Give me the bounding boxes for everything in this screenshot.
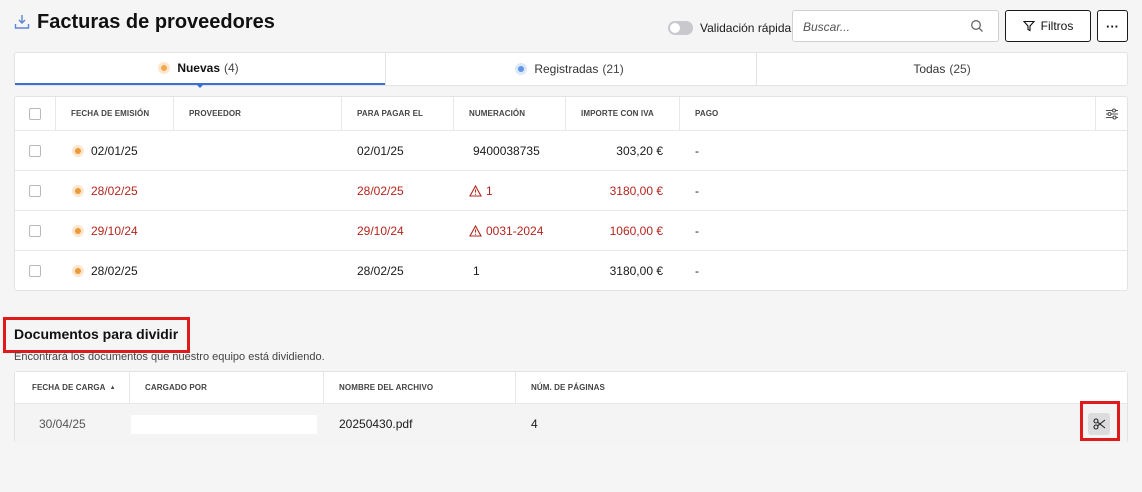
tab-todas[interactable]: Todas (25) [756, 53, 1127, 85]
payment: - [695, 264, 699, 278]
tab-label: Nuevas [177, 61, 221, 75]
table-row[interactable]: 29/10/24 29/10/24 0031-2024 1060,00 € - [15, 211, 1127, 251]
table-row[interactable]: 02/01/25 02/01/25 9400038735 303,20 € - [15, 131, 1127, 171]
amount: 1060,00 € [609, 223, 663, 238]
invoice-number: 1 [486, 183, 493, 198]
upload-date: 30/04/25 [39, 417, 86, 431]
col-amount[interactable]: IMPORTE CON IVA [581, 97, 654, 130]
search-icon[interactable] [970, 19, 984, 33]
due-date: 28/02/25 [357, 264, 404, 278]
page-title: Facturas de proveedores [37, 11, 275, 33]
column-settings-icon[interactable] [1105, 107, 1119, 121]
col-pages[interactable]: NÚM. DE PÁGINAS [531, 372, 605, 403]
split-docs-subtitle: Encontrará los documentos que nuestro eq… [14, 351, 325, 363]
amount: 3180,00 € [609, 264, 663, 278]
search-box [792, 10, 999, 42]
select-all-checkbox[interactable] [29, 107, 41, 120]
tab-label: Todas [913, 62, 946, 76]
status-new-icon [75, 227, 81, 234]
warning-icon [469, 184, 482, 197]
col-due-date[interactable]: PARA PAGAR EL [357, 97, 423, 130]
table-row[interactable]: 28/02/25 28/02/25 1 3180,00 € - [15, 251, 1127, 291]
status-dot-icon [161, 65, 168, 71]
page-header: Facturas de proveedores Validación rápid… [14, 10, 1128, 44]
tab-registradas[interactable]: Registradas (21) [385, 53, 756, 85]
tab-label: Registradas [534, 62, 599, 76]
row-checkbox[interactable] [29, 265, 41, 277]
filters-button[interactable]: Filtros [1005, 10, 1091, 42]
tab-count: (21) [602, 62, 624, 76]
quick-validation-label: Validación rápida [700, 21, 792, 35]
col-provider[interactable]: PROVEEDOR [189, 97, 241, 130]
col-file-name[interactable]: NOMBRE DEL ARCHIVO [339, 372, 433, 403]
amount: 303,20 € [616, 143, 663, 158]
invoice-number: 1 [473, 264, 480, 278]
emission-date: 28/02/25 [91, 183, 138, 198]
col-payment[interactable]: PAGO [695, 97, 718, 130]
file-name: 20250430.pdf [339, 417, 413, 431]
invoice-number: 9400038735 [473, 143, 540, 158]
uploaded-by [131, 415, 317, 434]
sort-asc-icon: ▲ [109, 384, 116, 391]
download-tray-icon [14, 15, 30, 29]
invoice-number: 0031-2024 [486, 223, 544, 238]
amount: 3180,00 € [609, 183, 663, 198]
row-checkbox[interactable] [29, 224, 41, 237]
col-uploaded-by[interactable]: CARGADO POR [145, 372, 207, 403]
table-header: FECHA DE EMISIÓN PROVEEDOR PARA PAGAR EL… [15, 97, 1127, 131]
table-row[interactable]: 28/02/25 28/02/25 1 3180,00 € - [15, 171, 1127, 211]
filter-icon [1022, 20, 1035, 32]
invoice-tabs: Nuevas (4) Registradas (21) Todas (25) [14, 52, 1128, 88]
col-upload-date[interactable]: FECHA DE CARGA ▲ [32, 372, 116, 403]
status-new-icon [75, 268, 81, 274]
tab-count: (4) [224, 61, 239, 75]
invoices-table: FECHA DE EMISIÓN PROVEEDOR PARA PAGAR EL… [14, 96, 1128, 291]
page-count: 4 [531, 417, 538, 431]
payment: - [695, 223, 699, 238]
status-dot-icon [518, 66, 525, 72]
emission-date: 29/10/24 [91, 223, 138, 238]
col-number[interactable]: NUMERACIÓN [469, 97, 525, 130]
emission-date: 28/02/25 [91, 264, 138, 278]
emission-date: 02/01/25 [91, 143, 138, 158]
tab-nuevas[interactable]: Nuevas (4) [15, 53, 385, 88]
highlight-box [3, 317, 190, 353]
search-input[interactable] [803, 18, 963, 36]
tab-count: (25) [949, 62, 971, 76]
payment: - [695, 183, 699, 198]
col-emission-date[interactable]: FECHA DE EMISIÓN [71, 97, 149, 130]
filters-label: Filtros [1040, 19, 1074, 33]
row-checkbox[interactable] [29, 184, 41, 197]
table-header: FECHA DE CARGA ▲ CARGADO POR NOMBRE DEL … [15, 372, 1127, 404]
due-date: 29/10/24 [357, 223, 404, 238]
due-date: 02/01/25 [357, 143, 404, 158]
payment: - [695, 143, 699, 158]
warning-icon [469, 224, 482, 237]
more-options-button[interactable]: ··· [1097, 10, 1128, 42]
split-docs-table: FECHA DE CARGA ▲ CARGADO POR NOMBRE DEL … [14, 371, 1128, 444]
quick-validation-toggle[interactable] [668, 21, 693, 35]
row-checkbox[interactable] [29, 144, 41, 157]
table-row[interactable]: 30/04/25 20250430.pdf 4 [15, 404, 1127, 444]
status-new-icon [75, 187, 81, 194]
status-new-icon [75, 147, 81, 154]
highlight-box [1080, 401, 1120, 441]
due-date: 28/02/25 [357, 183, 404, 198]
